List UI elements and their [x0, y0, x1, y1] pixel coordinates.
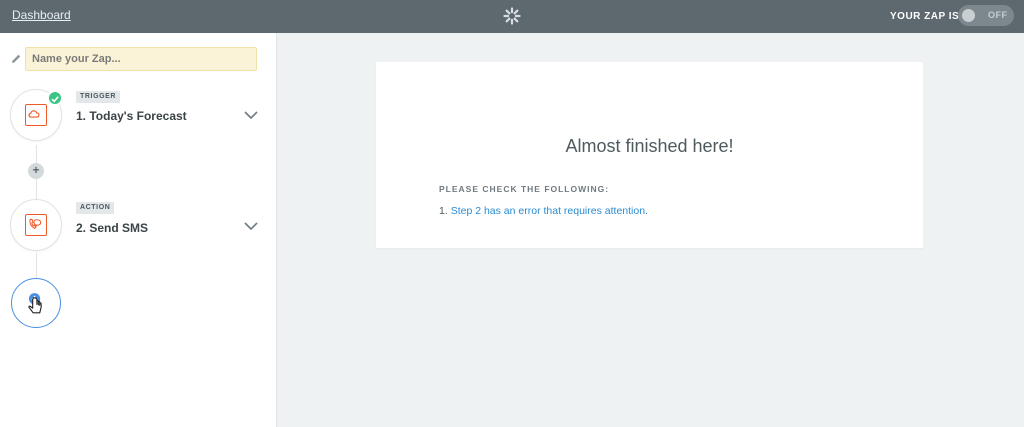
error-item-number: 1.: [439, 205, 448, 217]
checklist-label: PLEASE CHECK THE FOLLOWING:: [439, 184, 610, 194]
card-heading: Almost finished here!: [565, 136, 734, 156]
step-connector: [36, 253, 37, 278]
zap-name-input[interactable]: [25, 47, 257, 71]
cloud-icon: [25, 104, 47, 126]
zap-editor-sidebar: TRIGGER 1. Today's Forecast + ACTION 2. …: [0, 33, 277, 427]
add-step-between-button[interactable]: +: [28, 163, 44, 179]
zap-on-off-toggle[interactable]: OFF: [958, 5, 1014, 26]
chevron-down-icon[interactable]: [244, 222, 258, 230]
error-item: 1. Step 2 has an error that requires att…: [439, 205, 648, 217]
status-card: Almost finished here! PLEASE CHECK THE F…: [376, 62, 923, 248]
zapier-logo-icon[interactable]: [503, 7, 521, 25]
toggle-state-label: OFF: [988, 10, 1008, 20]
trigger-step-title[interactable]: 1. Today's Forecast: [76, 109, 187, 123]
pencil-icon: [12, 54, 21, 63]
step-complete-check-icon: [47, 90, 63, 106]
action-badge: ACTION: [76, 202, 115, 214]
zap-status-label: YOUR ZAP IS: [890, 11, 960, 22]
add-step-button[interactable]: [11, 278, 61, 328]
action-step-circle[interactable]: [10, 199, 62, 251]
top-bar: Dashboard YOUR ZAP IS OFF: [0, 0, 1024, 33]
chevron-down-icon[interactable]: [244, 111, 258, 119]
action-step-title[interactable]: 2. Send SMS: [76, 221, 148, 235]
trigger-badge: TRIGGER: [76, 91, 121, 103]
hand-cursor-icon: [28, 293, 42, 314]
error-item-link[interactable]: Step 2 has an error that requires attent…: [451, 205, 648, 217]
dashboard-link[interactable]: Dashboard: [12, 8, 71, 22]
toggle-knob: [962, 9, 975, 22]
sms-icon: [25, 214, 47, 236]
